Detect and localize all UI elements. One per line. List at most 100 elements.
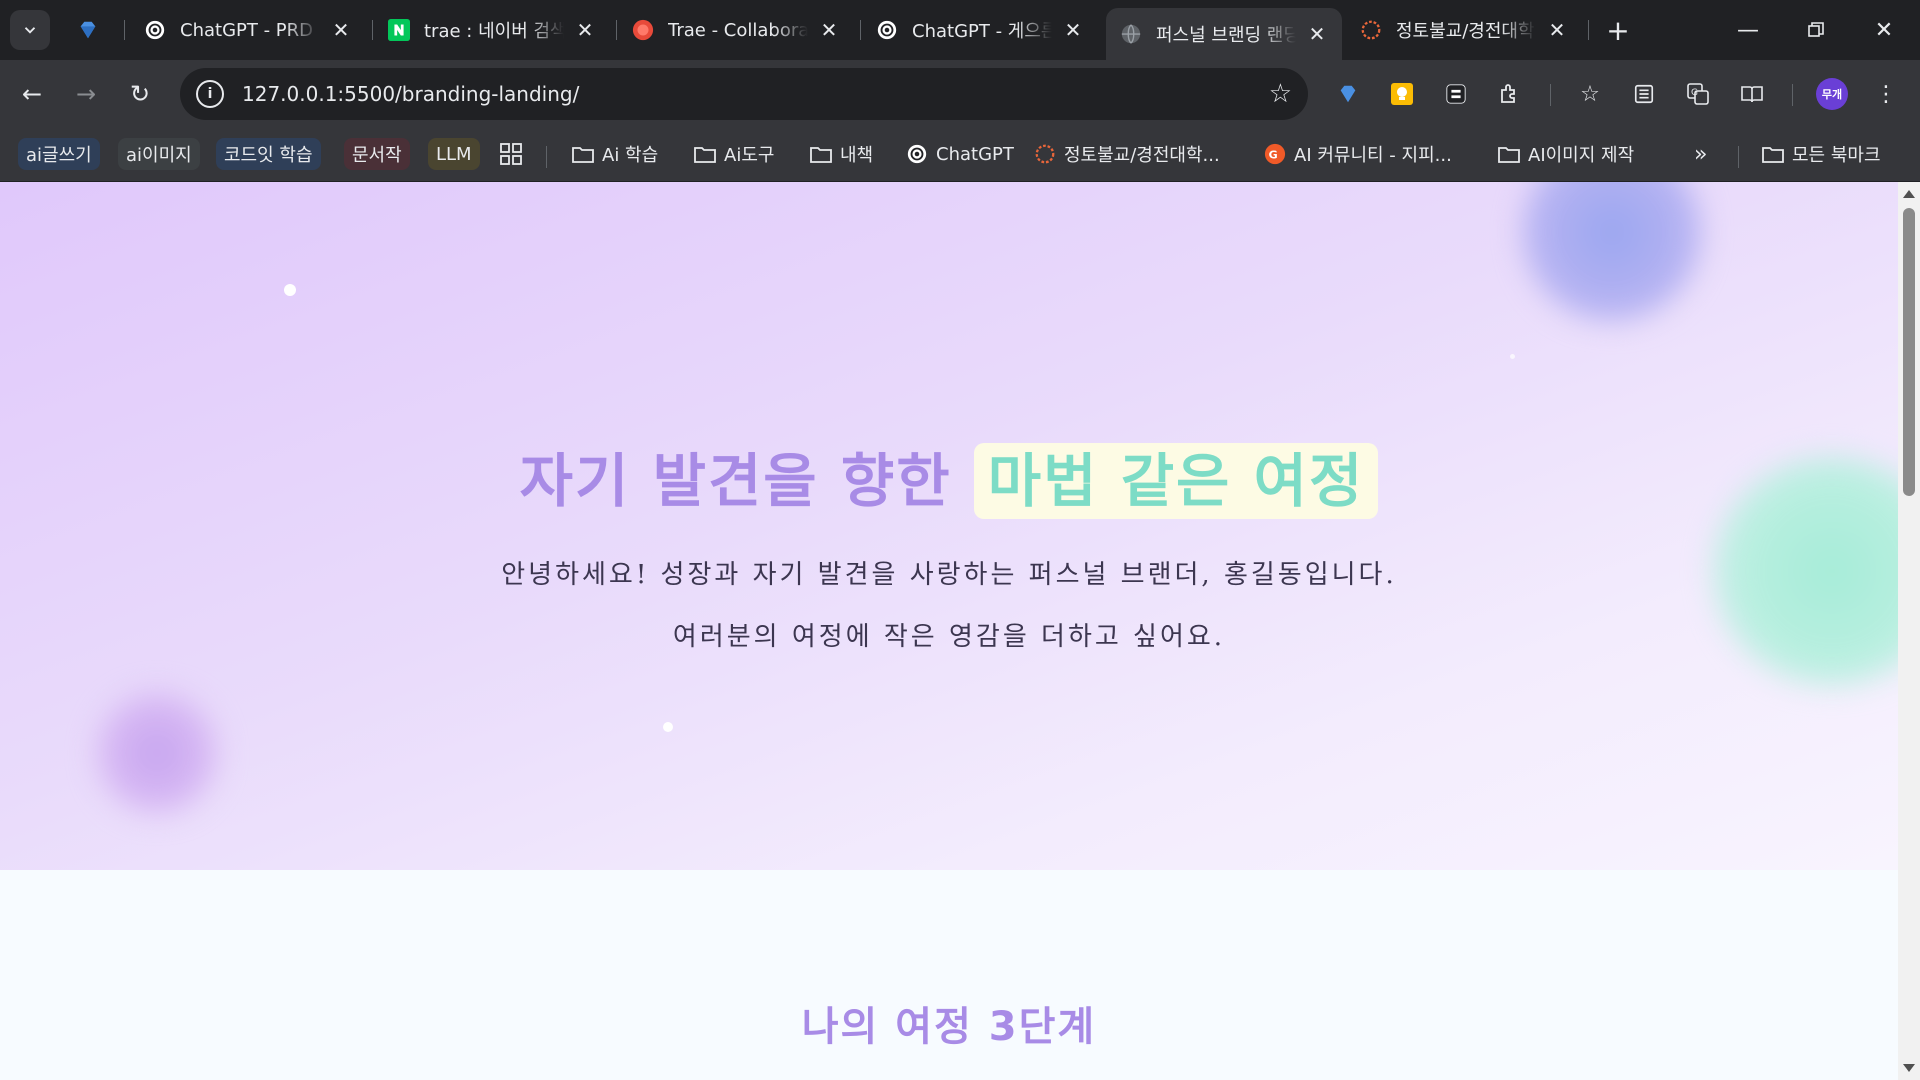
tab-title: trae : 네이버 검색 xyxy=(424,21,564,42)
bookmark-jungto[interactable]: 정토불교/경전대학... xyxy=(1034,138,1220,170)
bookmark-label: AI이미지 제작 xyxy=(1528,145,1635,166)
bookmark-chip-4[interactable]: LLM xyxy=(428,138,480,170)
close-icon[interactable]: ✕ xyxy=(1546,18,1568,42)
gpters-icon: G xyxy=(1264,143,1286,165)
back-button[interactable]: ← xyxy=(12,74,52,114)
pinned-tab-gemini[interactable] xyxy=(70,12,106,48)
list-icon xyxy=(1634,84,1654,104)
keep-extension-button[interactable] xyxy=(1384,76,1420,112)
tab-separator xyxy=(860,20,861,40)
bookmark-folder-ai-image[interactable]: AI이미지 제작 xyxy=(1498,138,1634,170)
reader-mode-button[interactable] xyxy=(1734,76,1770,112)
tab-separator xyxy=(1588,20,1589,40)
more-bookmarks-button[interactable]: » xyxy=(1694,138,1707,170)
decorative-dot xyxy=(663,722,673,732)
all-bookmarks-folder[interactable]: 모든 북마크 xyxy=(1762,138,1881,170)
tab-title: 정토불교/경전대학 xyxy=(1396,21,1535,42)
openai-icon xyxy=(144,19,166,41)
reload-icon: ↻ xyxy=(129,80,151,108)
menu-button[interactable]: ⋮ xyxy=(1868,76,1904,112)
tab-search-button[interactable] xyxy=(10,10,50,50)
bookmark-folder-ai-study[interactable]: Ai 학습 xyxy=(572,138,658,170)
journey-section-title: 나의 여정 3단계 xyxy=(801,1004,1097,1050)
close-icon[interactable]: ✕ xyxy=(1306,22,1328,46)
url-text[interactable]: 127.0.0.1:5500/branding-landing/ xyxy=(242,82,1269,106)
bulb-icon xyxy=(1391,83,1413,105)
puzzle-icon xyxy=(1501,84,1515,103)
profile-avatar[interactable]: 무개 xyxy=(1816,78,1848,110)
minimize-button[interactable]: — xyxy=(1720,8,1776,52)
hero-intro-line-1: 안녕하세요! 성장과 자기 발견을 사랑하는 퍼스널 브랜더, 홍길동입니다. xyxy=(501,560,1397,590)
new-tab-button[interactable]: + xyxy=(1600,12,1636,48)
bookmark-folder-ai-tools[interactable]: Ai도구 xyxy=(694,138,774,170)
capture-icon xyxy=(1446,84,1466,104)
close-icon[interactable]: ✕ xyxy=(1062,18,1084,42)
bookmark-chip-2[interactable]: 코드잇 학습 xyxy=(216,138,321,170)
tab-5[interactable]: 정토불교/경전대학 ✕ xyxy=(1346,8,1586,52)
bookmark-chip-1[interactable]: ai이미지 xyxy=(118,138,200,170)
folder-icon xyxy=(1762,143,1784,165)
naver-icon xyxy=(388,19,410,41)
chevron-down-icon xyxy=(24,27,36,34)
scroll-thumb[interactable] xyxy=(1903,208,1915,496)
restore-button[interactable] xyxy=(1788,8,1844,52)
translate-button[interactable]: G xyxy=(1680,76,1716,112)
close-icon[interactable]: ✕ xyxy=(330,18,352,42)
address-bar[interactable]: i 127.0.0.1:5500/branding-landing/ ☆ xyxy=(180,68,1308,120)
bookmark-chatgpt[interactable]: ChatGPT xyxy=(906,138,1014,170)
tab-4-active[interactable]: 퍼스널 브랜딩 랜딩 ✕ xyxy=(1106,8,1342,60)
gem-icon xyxy=(1340,85,1356,103)
close-icon[interactable]: ✕ xyxy=(818,18,840,42)
page-scrollbar[interactable] xyxy=(1898,182,1920,1080)
scroll-up-arrow-icon[interactable] xyxy=(1903,190,1915,198)
extensions-button[interactable] xyxy=(1492,76,1528,112)
bookmark-star-icon[interactable]: ☆ xyxy=(1269,79,1292,109)
apps-button[interactable] xyxy=(500,138,522,170)
reload-button[interactable]: ↻ xyxy=(120,74,160,114)
bookmark-separator xyxy=(546,146,547,168)
arrow-left-icon: ← xyxy=(21,80,43,108)
reading-list-button[interactable] xyxy=(1626,76,1662,112)
bookmarks-button[interactable]: ☆ xyxy=(1572,76,1608,112)
close-icon[interactable]: ✕ xyxy=(574,18,596,42)
tab-0[interactable]: ChatGPT - PRD ✕ xyxy=(130,8,370,52)
svg-text:G: G xyxy=(1691,88,1698,98)
toolbar-separator xyxy=(1792,84,1793,106)
bookmark-label: AI 커뮤니티 - 지피... xyxy=(1294,145,1452,166)
gem-extension-button[interactable] xyxy=(1330,76,1366,112)
tab-title: Trae - Collaborate xyxy=(668,19,808,41)
star-list-icon: ☆ xyxy=(1580,81,1600,107)
capture-extension-button[interactable] xyxy=(1438,76,1474,112)
tab-3[interactable]: ChatGPT - 게으른 ✕ xyxy=(862,8,1102,52)
tab-1[interactable]: trae : 네이버 검색 ✕ xyxy=(374,8,614,52)
tab-title: 퍼스널 브랜딩 랜딩 xyxy=(1156,25,1296,46)
decorative-blob-blue xyxy=(1522,182,1702,322)
hero-section: 자기 발견을 향한 마법 같은 여정 안녕하세요! 성장과 자기 발견을 사랑하… xyxy=(0,182,1898,870)
bookmark-chip-3[interactable]: 문서작 xyxy=(344,138,410,170)
bookmark-label: 정토불교/경전대학... xyxy=(1064,145,1220,166)
trae-icon xyxy=(632,19,654,41)
folder-icon xyxy=(694,143,716,165)
tab-separator xyxy=(372,20,373,40)
tab-separator xyxy=(124,20,125,40)
tab-title: ChatGPT - 게으른 xyxy=(912,21,1052,42)
bookmark-separator xyxy=(1738,146,1739,168)
hero-title: 자기 발견을 향한 마법 같은 여정 xyxy=(0,434,1898,519)
page-viewport: 자기 발견을 향한 마법 같은 여정 안녕하세요! 성장과 자기 발견을 사랑하… xyxy=(0,182,1898,1080)
tab-2[interactable]: Trae - Collaborate ✕ xyxy=(618,8,858,52)
apps-grid-icon xyxy=(500,143,522,165)
hero-intro-line-2: 여러분의 여정에 작은 영감을 더하고 싶어요. xyxy=(672,622,1226,652)
plus-icon: + xyxy=(1606,13,1630,47)
close-window-button[interactable]: ✕ xyxy=(1856,8,1912,52)
bookmark-gpters[interactable]: G AI 커뮤니티 - 지피... xyxy=(1264,138,1452,170)
book-icon xyxy=(1741,86,1763,103)
info-icon[interactable]: i xyxy=(196,80,224,108)
decorative-dot xyxy=(284,284,296,296)
scroll-down-arrow-icon[interactable] xyxy=(1903,1064,1915,1072)
forward-button[interactable]: → xyxy=(66,74,106,114)
folder-icon xyxy=(572,143,594,165)
bookmark-chip-0[interactable]: ai글쓰기 xyxy=(18,138,100,170)
close-icon: ✕ xyxy=(1874,17,1894,43)
gem-icon xyxy=(80,21,96,39)
bookmark-folder-my-book[interactable]: 내책 xyxy=(810,138,873,170)
